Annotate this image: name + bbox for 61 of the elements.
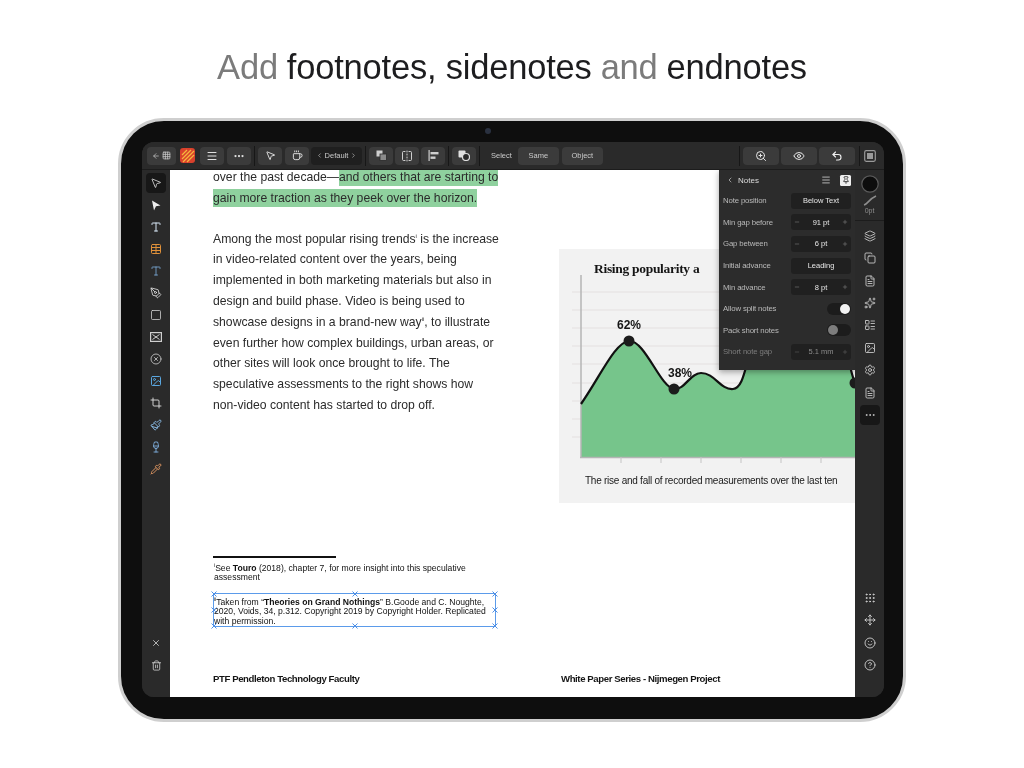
crossed-frame-icon[interactable] <box>150 332 162 342</box>
pin-icon[interactable] <box>840 174 851 186</box>
undo-icon[interactable] <box>831 149 843 162</box>
grid-icon[interactable] <box>162 151 171 160</box>
footer-text: PTF Pendleton Technology Faculty <box>213 672 360 684</box>
point-label: 62% <box>617 318 641 332</box>
body-paragraph: over the past decade—and others that are starting to gain more traction as they peek over the horizon. <box>213 170 499 209</box>
cup-button[interactable] <box>285 146 309 165</box>
chevron-right-icon[interactable] <box>350 152 358 159</box>
chevron-left-icon[interactable] <box>726 176 734 184</box>
point-label: 38% <box>668 366 692 380</box>
back-arrow-icon[interactable] <box>152 151 160 160</box>
align-button[interactable] <box>421 146 445 165</box>
chart-title: Rising popularity a <box>594 260 700 278</box>
shapes-button[interactable] <box>452 146 476 165</box>
headline: Add footnotes, sidenotes and endnotes <box>217 47 807 88</box>
filled-arrow-icon[interactable] <box>151 199 161 211</box>
more-button[interactable] <box>227 146 251 165</box>
flip-button[interactable] <box>395 146 419 165</box>
chevron-left-icon[interactable] <box>315 152 323 159</box>
data-point <box>668 383 680 395</box>
selection-handle-icon[interactable] <box>492 623 498 629</box>
menu-icon[interactable] <box>821 175 831 185</box>
footnote: $^{ii}$Taken from “Theories on Grand Nothings” B.Goode and C. Noughte, 2020, Voids, 34, p.312. Copyright 2019 by Copyright Holder. Replicated with permission. <box>214 597 487 626</box>
menu-icon[interactable] <box>206 149 218 162</box>
toggle-switch[interactable] <box>827 302 851 315</box>
menu-button[interactable] <box>200 146 224 165</box>
camera-icon <box>485 128 491 134</box>
eye-icon[interactable] <box>793 149 805 162</box>
undo-button[interactable] <box>819 146 855 165</box>
panel-toggle-icon[interactable] <box>864 149 876 162</box>
close-icon[interactable] <box>151 638 161 648</box>
pointer-button[interactable] <box>258 146 282 165</box>
chart-caption: The rise and fall of recorded measurements over the last ten <box>585 475 838 487</box>
selection-handle-icon[interactable] <box>492 590 498 597</box>
zoom-icon[interactable] <box>755 149 767 162</box>
selection-handle-icon[interactable] <box>351 623 358 629</box>
panel-title: Notes <box>738 175 759 185</box>
data-point <box>849 377 855 389</box>
footer-text: White Paper Series - Nijmegen Project <box>561 672 720 684</box>
selection-handle-icon[interactable] <box>211 590 217 597</box>
flip-icon[interactable] <box>401 149 413 162</box>
arrange-button[interactable] <box>369 146 393 165</box>
stroke-curve-icon[interactable] <box>862 195 877 207</box>
toggle-switch[interactable] <box>827 324 851 337</box>
back-button[interactable] <box>147 146 176 165</box>
color-swatch-icon[interactable] <box>860 175 879 193</box>
pointer-icon[interactable] <box>264 150 276 161</box>
data-point <box>623 335 635 347</box>
zoom-button[interactable] <box>743 146 779 165</box>
selection-handle-icon[interactable] <box>211 623 217 629</box>
shapes-icon[interactable] <box>458 150 470 161</box>
align-left-icon[interactable] <box>427 150 439 161</box>
selection-handle-icon[interactable] <box>351 590 358 597</box>
body-paragraph: Among the most popular rising trends$^{i}$ is the increase in video-related content over the years, being implemented in both marketing materials but also in design and build phase. Video is being used to showcase designs in a brand-new way$^{ii}$, to illustrate even further how complex buildings, urban areas, or other sites will look once brought to life. The speculative assessments to the right shows how non-video content has started to drop off. <box>213 230 499 414</box>
app-logo-icon[interactable] <box>180 148 195 163</box>
cup-icon[interactable] <box>291 150 303 161</box>
overlapping-squares-icon[interactable] <box>375 150 387 161</box>
selection-handle-icon[interactable] <box>492 606 498 613</box>
eye-button[interactable] <box>781 146 817 165</box>
footnote: $^{i}$See Touro (2018), chapter 7, for more insight into this speculative assessment <box>214 563 467 583</box>
